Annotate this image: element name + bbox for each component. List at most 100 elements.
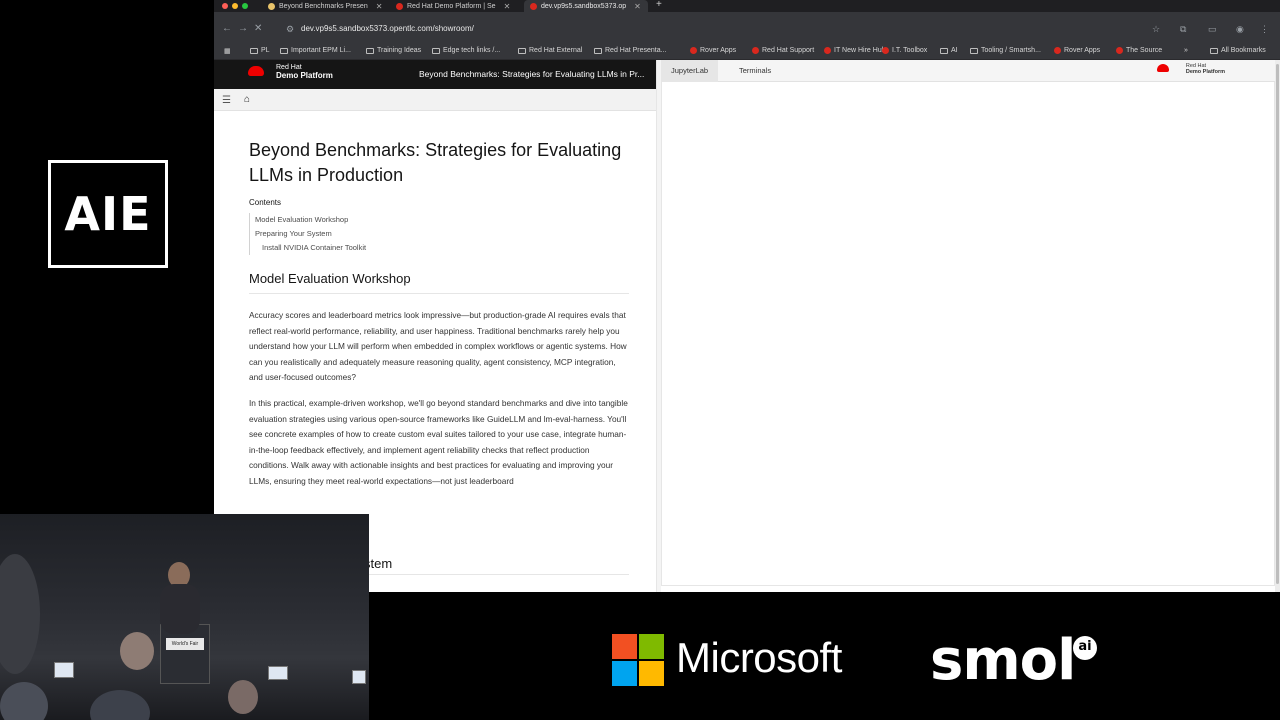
- redhat-icon: [690, 47, 697, 54]
- video-frame: AIE Beyond Benchmarks Presen ✕ Red Hat D…: [0, 0, 1280, 720]
- bookmark-rover-apps-2[interactable]: Rover Apps: [1054, 47, 1100, 54]
- doc-title: Beyond Benchmarks: Strategies for Evalua…: [249, 140, 622, 185]
- reload-stop-icon[interactable]: ✕: [254, 23, 262, 34]
- all-bookmarks[interactable]: All Bookmarks: [1210, 47, 1266, 54]
- brand-text: Red Hat Demo Platform: [276, 64, 333, 80]
- bookmark-training[interactable]: Training Ideas: [366, 47, 421, 54]
- browser-tab-2[interactable]: Red Hat Demo Platform | Se ✕: [390, 0, 514, 12]
- redhat-icon: [752, 47, 759, 54]
- folder-icon: [366, 47, 374, 54]
- folder-icon: [1210, 47, 1218, 54]
- laptop-screen: [268, 666, 288, 680]
- guide-subnav: ☰ ⌂: [214, 89, 656, 111]
- new-tab-button[interactable]: +: [656, 0, 662, 10]
- audience-head: [228, 680, 258, 714]
- tab-favicon: [530, 2, 537, 10]
- bookmark-rover-apps[interactable]: Rover Apps: [690, 47, 736, 54]
- redhat-logo-icon: [248, 66, 264, 76]
- redhat-logo-icon: [1157, 64, 1169, 72]
- folder-icon: [432, 47, 440, 54]
- tab-jupyterlab[interactable]: JupyterLab: [661, 60, 719, 82]
- page-scrollbar[interactable]: [1275, 60, 1280, 592]
- close-window-icon[interactable]: [222, 3, 228, 9]
- apps-icon[interactable]: ▦: [224, 47, 231, 55]
- toc-link-install-nvidia[interactable]: Install NVIDIA Container Toolkit: [255, 241, 629, 255]
- guide-content: Beyond Benchmarks: Strategies for Evalua…: [249, 138, 629, 500]
- laptop-screen: [352, 670, 366, 684]
- hamburger-menu-icon[interactable]: ☰: [222, 95, 231, 106]
- extensions-icon[interactable]: ⧉: [1180, 24, 1186, 35]
- close-tab-icon[interactable]: ✕: [376, 2, 383, 11]
- minimize-window-icon[interactable]: [232, 3, 238, 9]
- bookmark-it-hub[interactable]: IT New Hire Hub: [824, 47, 886, 54]
- bookmark-rh-external[interactable]: Red Hat External: [518, 47, 582, 54]
- browser-tab-3-active[interactable]: dev.vp9s5.sandbox5373.op ✕: [524, 0, 648, 12]
- contents-heading: Contents: [249, 198, 282, 207]
- right-tab-bar: JupyterLab Terminals Red Hat Demo Platfo…: [661, 60, 1275, 82]
- bookmark-tooling[interactable]: Tooling / Smartsh...: [970, 47, 1041, 54]
- folder-icon: [518, 47, 526, 54]
- tab-label: dev.vp9s5.sandbox5373.op: [541, 2, 627, 10]
- aie-event-logo: AIE: [48, 160, 168, 268]
- folder-icon: [940, 47, 948, 54]
- menu-icon[interactable]: ⋮: [1260, 24, 1269, 35]
- profile-icon[interactable]: ◉: [1236, 24, 1244, 35]
- smol-wordmark: smol: [930, 628, 1076, 693]
- showroom-page: Red Hat Demo Platform Beyond Benchmarks:…: [214, 60, 1280, 592]
- podium-sign: World's Fair: [166, 638, 204, 650]
- speaker-camera-feed: World's Fair: [0, 514, 369, 720]
- bookmarks-bar: ▦ PL Important EPM Li... Training Ideas …: [214, 44, 1280, 60]
- redhat-icon: [1054, 47, 1061, 54]
- forward-icon[interactable]: →: [238, 23, 248, 34]
- bookmark-the-source[interactable]: The Source: [1116, 47, 1162, 54]
- close-tab-icon[interactable]: ✕: [504, 2, 511, 11]
- tab-favicon: [268, 2, 275, 10]
- redhat-icon: [824, 47, 831, 54]
- tab-terminals[interactable]: Terminals: [729, 60, 781, 82]
- bookmark-it-toolbox[interactable]: I.T. Toolbox: [882, 47, 927, 54]
- bookmarks-overflow-icon[interactable]: »: [1184, 47, 1188, 54]
- mini-brand: Red Hat Demo Platform: [1186, 63, 1225, 75]
- maximize-window-icon[interactable]: [242, 3, 248, 9]
- microsoft-logo-icon: [612, 634, 664, 686]
- brand-line-1: Red Hat: [276, 64, 302, 71]
- side-panel-icon[interactable]: ▭: [1208, 24, 1217, 35]
- terminal-pane: JupyterLab Terminals Red Hat Demo Platfo…: [661, 60, 1275, 592]
- bookmark-star-icon[interactable]: ☆: [1152, 24, 1160, 35]
- bookmark-rh-support[interactable]: Red Hat Support: [752, 47, 814, 54]
- redhat-icon: [1116, 47, 1123, 54]
- folder-icon: [970, 47, 978, 54]
- browser-tab-1[interactable]: Beyond Benchmarks Presen ✕: [262, 0, 386, 12]
- bookmark-pl[interactable]: PL: [250, 47, 270, 54]
- audience-head: [120, 632, 154, 670]
- brand-line-2: Demo Platform: [276, 71, 333, 80]
- lab-guide-pane: Red Hat Demo Platform Beyond Benchmarks:…: [214, 60, 656, 592]
- browser-toolbar: ← → ✕ ⚙ dev.vp9s5.sandbox5373.opentlc.co…: [214, 12, 1280, 44]
- address-bar[interactable]: dev.vp9s5.sandbox5373.opentlc.com/showro…: [301, 24, 474, 33]
- tab-favicon: [396, 2, 403, 10]
- tab-label: Beyond Benchmarks Presen: [279, 2, 368, 10]
- folder-icon: [594, 47, 602, 54]
- back-icon[interactable]: ←: [222, 23, 232, 34]
- bookmark-rh-presenta[interactable]: Red Hat Presenta...: [594, 47, 666, 54]
- section-heading: Model Evaluation Workshop: [249, 271, 629, 294]
- tab-strip: Beyond Benchmarks Presen ✕ Red Hat Demo …: [214, 0, 1280, 12]
- scroll-thumb[interactable]: [1276, 64, 1279, 584]
- person-silhouette: [0, 554, 40, 674]
- audience-head: [90, 690, 150, 720]
- speaker-body: [160, 584, 200, 634]
- jupyterlab-frame[interactable]: [661, 82, 1275, 586]
- paragraph-1: Accuracy scores and leaderboard metrics …: [249, 310, 627, 383]
- folder-icon: [280, 47, 288, 54]
- close-tab-icon[interactable]: ✕: [634, 2, 641, 11]
- home-icon[interactable]: ⌂: [244, 94, 250, 105]
- toc-link-preparing-system[interactable]: Preparing Your System: [255, 227, 629, 241]
- laptop-screen: [54, 662, 74, 678]
- audience-head: [0, 682, 48, 720]
- bookmark-edge[interactable]: Edge tech links /...: [432, 47, 500, 54]
- bookmark-epm[interactable]: Important EPM Li...: [280, 47, 351, 54]
- bookmark-ai[interactable]: AI: [940, 47, 958, 54]
- toc-link-model-evaluation[interactable]: Model Evaluation Workshop: [255, 213, 629, 227]
- redhat-icon: [882, 47, 889, 54]
- site-info-icon[interactable]: ⚙: [286, 24, 294, 35]
